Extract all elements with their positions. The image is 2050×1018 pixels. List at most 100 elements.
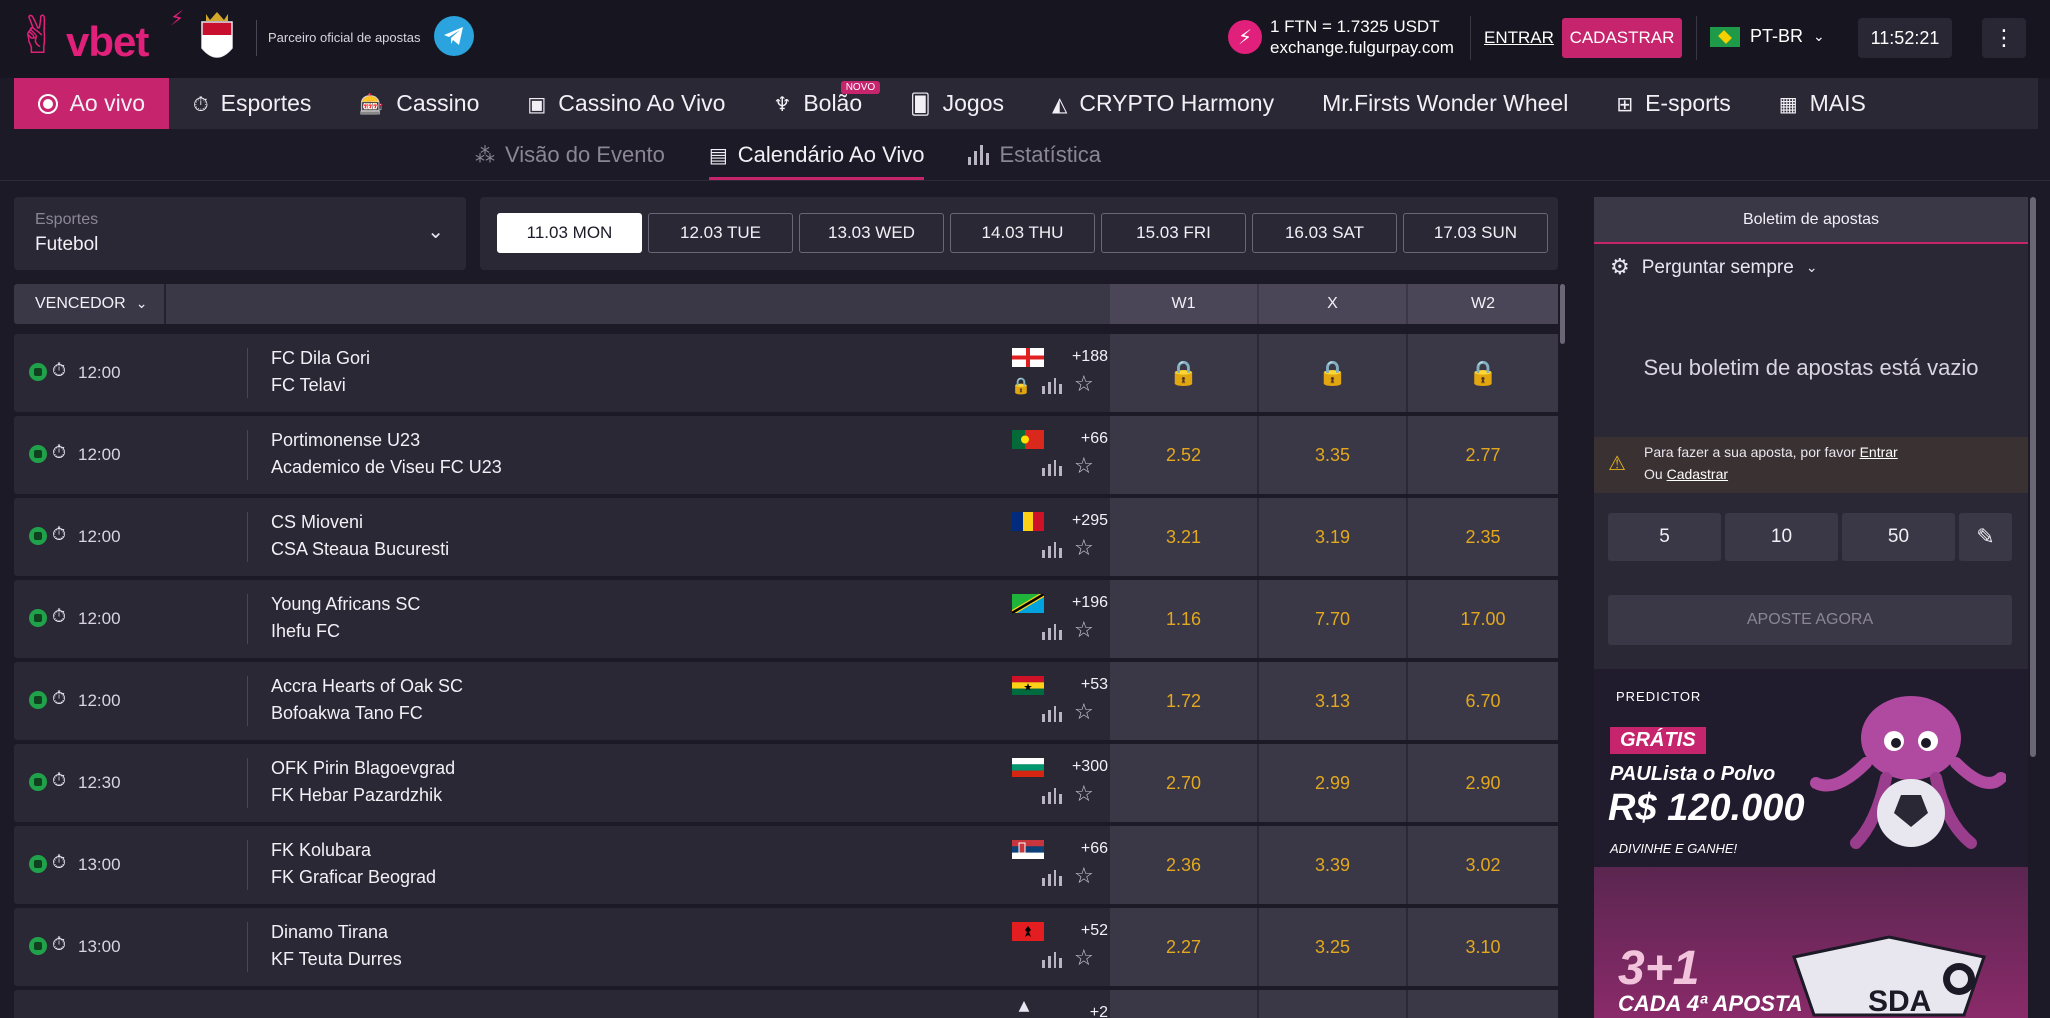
away-team[interactable]: FK Graficar Beograd — [271, 867, 436, 888]
match-row[interactable]: ⏱ 12:00 Young Africans SC Ihefu FC +196 ☆ 1.16… — [14, 580, 1558, 658]
more-markets-count[interactable]: +66 — [1058, 430, 1108, 448]
warning-register-link[interactable]: Cadastrar — [1667, 466, 1728, 482]
odd-w2-button[interactable]: 2.77 — [1408, 416, 1558, 494]
away-team[interactable]: Ihefu FC — [271, 621, 340, 642]
odd-w2-button[interactable]: 6.70 — [1408, 662, 1558, 740]
more-markets-count[interactable]: +295 — [1058, 512, 1108, 530]
odd-x-button[interactable] — [1259, 990, 1406, 1018]
odd-x-button[interactable]: 3.25 — [1259, 908, 1406, 986]
odd-w2-button[interactable] — [1408, 990, 1558, 1018]
match-row[interactable]: +2 — [14, 990, 1558, 1018]
nav-item-jogos[interactable]: 🂠 Jogos — [886, 78, 1028, 129]
away-team[interactable]: Academico de Viseu FC U23 — [271, 457, 502, 478]
more-markets-count[interactable]: +53 — [1058, 676, 1108, 694]
odd-w1-button[interactable]: 1.16 — [1110, 580, 1257, 658]
more-markets-count[interactable]: +188 — [1058, 348, 1108, 366]
away-team[interactable]: CSA Steaua Bucuresti — [271, 539, 449, 560]
home-team[interactable]: OFK Pirin Blagoevgrad — [271, 758, 455, 779]
home-team[interactable]: Portimonense U23 — [271, 430, 420, 451]
scroll-up-icon[interactable]: ▲ — [984, 994, 1064, 1018]
match-row[interactable]: ⏱ 12:00 Portimonense U23 Academico de Viseu… — [14, 416, 1558, 494]
stake-preset-button[interactable]: 5 — [1608, 513, 1721, 561]
nav-item-esportes[interactable]: ⏱ Esportes — [169, 78, 335, 129]
date-button[interactable]: 14.03 THU — [950, 213, 1095, 253]
favorite-star-icon[interactable]: ☆ — [1074, 536, 1094, 561]
date-button[interactable]: 16.03 SAT — [1252, 213, 1397, 253]
away-team[interactable]: FK Hebar Pazardzhik — [271, 785, 442, 806]
telegram-icon[interactable] — [434, 16, 474, 56]
more-markets-count[interactable]: +196 — [1058, 594, 1108, 612]
nav-item-bolao[interactable]: ♆ Bolão NOVO — [749, 78, 886, 129]
away-team[interactable]: FC Telavi — [271, 375, 346, 396]
nav-item-wonder-wheel[interactable]: Mr.Firsts Wonder Wheel — [1298, 78, 1592, 129]
tab-visao-do-evento[interactable]: ⁂ Visão do Evento — [475, 130, 665, 180]
date-button[interactable]: 11.03 MON — [497, 213, 642, 253]
login-link[interactable]: ENTRAR — [1484, 28, 1554, 48]
odd-w1-button[interactable]: 1.72 — [1110, 662, 1257, 740]
language-selector[interactable]: PT-BR ⌄ — [1710, 26, 1825, 47]
nav-item-esports[interactable]: ⊞ E-sports — [1592, 78, 1754, 129]
statistics-icon[interactable] — [1042, 952, 1062, 968]
favorite-star-icon[interactable]: ☆ — [1074, 700, 1094, 725]
stake-preset-button[interactable]: 50 — [1842, 513, 1955, 561]
statistics-icon[interactable] — [1042, 542, 1062, 558]
odd-w2-button[interactable]: 3.02 — [1408, 826, 1558, 904]
odd-x-button[interactable]: 3.19 — [1259, 498, 1406, 576]
favorite-star-icon[interactable]: ☆ — [1074, 454, 1094, 479]
away-team[interactable]: KF Teuta Durres — [271, 949, 402, 970]
more-markets-count[interactable]: +2 — [1058, 1004, 1108, 1018]
match-row[interactable]: ⏱ 12:00 CS Mioveni CSA Steaua Bucuresti +295… — [14, 498, 1558, 576]
odd-x-button[interactable]: 3.13 — [1259, 662, 1406, 740]
odd-w1-button[interactable]: 2.70 — [1110, 744, 1257, 822]
predictor-promo-banner[interactable]: PREDICTOR GRÁTIS PAULista o Polvo R$ 120… — [1594, 669, 2028, 867]
date-button[interactable]: 15.03 FRI — [1101, 213, 1246, 253]
odd-w1-button[interactable] — [1110, 990, 1257, 1018]
odd-x-button[interactable]: 3.39 — [1259, 826, 1406, 904]
register-button[interactable]: CADASTRAR — [1562, 18, 1682, 58]
page-scrollbar[interactable] — [2030, 197, 2036, 757]
vbet-logo[interactable]: ✌ vbet ⚡ — [16, 4, 184, 72]
favorite-star-icon[interactable]: ☆ — [1074, 864, 1094, 889]
favorite-star-icon[interactable]: ☆ — [1074, 946, 1094, 971]
exchange-site-link[interactable]: exchange.fulgurpay.com — [1270, 38, 1454, 58]
odd-w2-button[interactable]: 2.90 — [1408, 744, 1558, 822]
odd-x-button[interactable]: 2.99 — [1259, 744, 1406, 822]
home-team[interactable]: Accra Hearts of Oak SC — [271, 676, 463, 697]
statistics-icon[interactable] — [1042, 706, 1062, 722]
match-row[interactable]: ⏱ 13:00 FK Kolubara FK Graficar Beograd +66 ☆… — [14, 826, 1558, 904]
nav-item-cassino[interactable]: 🎰 Cassino — [335, 78, 503, 129]
more-options-icon[interactable]: ⋮ — [1982, 18, 2026, 58]
nav-item-crypto-harmony[interactable]: ◭ CRYPTO Harmony — [1028, 78, 1298, 129]
sport-dropdown[interactable]: Esportes Futebol ⌄ — [14, 197, 466, 270]
match-row[interactable]: ⏱ 13:00 Dinamo Tirana KF Teuta Durres +52 ☆ 2.… — [14, 908, 1558, 986]
fulgurpay-bolt-icon[interactable]: ⚡ — [1228, 20, 1262, 54]
odd-w2-button[interactable]: 3.10 — [1408, 908, 1558, 986]
odd-w2-button[interactable]: 17.00 — [1408, 580, 1558, 658]
favorite-star-icon[interactable]: ☆ — [1074, 372, 1094, 397]
more-markets-count[interactable]: +300 — [1058, 758, 1108, 776]
match-row[interactable]: ⏱ 12:00 FC Dila Gori FC Telavi +188 🔒 ☆ 🔒 🔒 🔒 — [14, 334, 1558, 412]
statistics-icon[interactable] — [1042, 870, 1062, 886]
warning-login-link[interactable]: Entrar — [1860, 444, 1898, 460]
match-row[interactable]: ⏱ 12:30 OFK Pirin Blagoevgrad FK Hebar Paza… — [14, 744, 1558, 822]
place-bet-button[interactable]: APOSTE AGORA — [1608, 595, 2012, 645]
home-team[interactable]: Dinamo Tirana — [271, 922, 388, 943]
nav-item-ao-vivo[interactable]: Ao vivo — [14, 78, 169, 129]
tab-estatistica[interactable]: Estatística — [968, 130, 1101, 180]
stake-preset-button[interactable]: 10 — [1725, 513, 1838, 561]
home-team[interactable]: FC Dila Gori — [271, 348, 370, 369]
home-team[interactable]: Young Africans SC — [271, 594, 420, 615]
home-team[interactable]: FK Kolubara — [271, 840, 371, 861]
odd-w1-button[interactable]: 3.21 — [1110, 498, 1257, 576]
nav-item-mais[interactable]: ▦ MAIS — [1755, 78, 1890, 129]
match-row[interactable]: ⏱ 12:00 Accra Hearts of Oak SC Bofoakwa Tan… — [14, 662, 1558, 740]
date-button[interactable]: 12.03 TUE — [648, 213, 793, 253]
statistics-icon[interactable] — [1042, 378, 1062, 394]
favorite-star-icon[interactable]: ☆ — [1074, 782, 1094, 807]
favorite-star-icon[interactable]: ☆ — [1074, 618, 1094, 643]
tab-calendario-ao-vivo[interactable]: ▤ Calendário Ao Vivo — [708, 130, 924, 180]
odd-x-button[interactable]: 7.70 — [1259, 580, 1406, 658]
away-team[interactable]: Bofoakwa Tano FC — [271, 703, 423, 724]
edit-pencil-icon[interactable]: ✎ — [1959, 513, 2012, 561]
date-button[interactable]: 17.03 SUN — [1403, 213, 1548, 253]
